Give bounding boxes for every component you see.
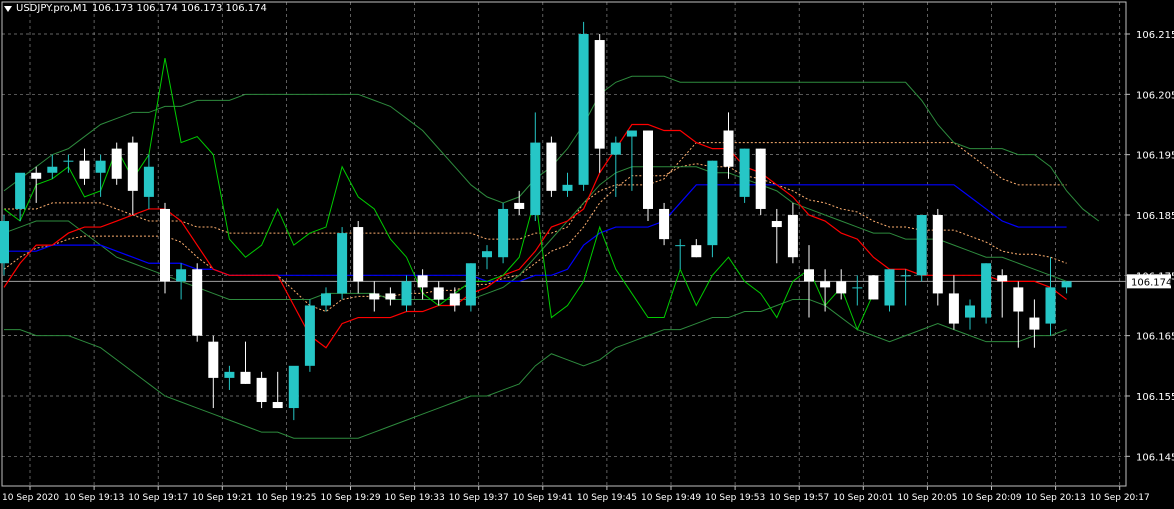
bear-candle: [755, 148, 766, 209]
bull-candle: [1045, 287, 1056, 324]
bear-candle: [659, 208, 670, 240]
y-tick-label: 106.165: [1136, 332, 1174, 343]
x-tick-label: 10 Sep 19:41: [513, 493, 573, 503]
bear-candle: [272, 402, 283, 409]
bear-candle: [997, 275, 1008, 282]
bull-candle: [224, 371, 235, 378]
bull-candle: [47, 166, 58, 173]
x-tick-label: 10 Sep 19:17: [128, 493, 188, 503]
bear-candle: [111, 148, 122, 179]
x-tick-label: 10 Sep 2020: [2, 493, 59, 503]
bear-candle: [787, 214, 798, 258]
x-tick-label: 10 Sep 19:53: [705, 493, 765, 503]
y-tick-label: 106.145: [1136, 452, 1174, 463]
x-tick-label: 10 Sep 19:45: [577, 493, 637, 503]
bear-candle: [804, 269, 814, 282]
bear-candle: [546, 142, 557, 191]
bear-candle: [31, 172, 42, 179]
bear-candle: [820, 281, 831, 288]
current-price-label: 106.174: [1131, 277, 1172, 288]
bull-candle: [707, 160, 718, 246]
x-tick-label: 10 Sep 19:33: [385, 493, 445, 503]
bear-candle: [514, 202, 525, 209]
bull-candle: [884, 269, 895, 306]
bull-candle: [916, 214, 927, 276]
bull-candle: [482, 251, 492, 258]
x-tick-label: 10 Sep 19:25: [256, 493, 316, 503]
y-tick-label: 106.155: [1136, 392, 1174, 403]
bull-candle: [578, 34, 589, 185]
bull-candle: [675, 245, 686, 247]
bear-candle: [771, 221, 782, 228]
x-tick-label: 10 Sep 19:37: [449, 493, 509, 503]
bear-candle: [353, 227, 364, 282]
bear-candle: [723, 130, 734, 167]
bull-candle: [0, 221, 9, 264]
bear-candle: [417, 275, 428, 288]
bear-candle: [948, 293, 959, 324]
y-tick-label: 106.215: [1136, 30, 1174, 41]
x-tick-label: 10 Sep 19:29: [321, 493, 381, 503]
bull-candle: [562, 184, 573, 191]
y-tick-label: 106.185: [1136, 211, 1174, 222]
bear-candle: [192, 269, 203, 336]
plot-frame: [1, 1, 1127, 487]
bull-candle: [176, 269, 187, 282]
bull-candle: [739, 148, 750, 197]
bull-candle: [143, 166, 154, 197]
x-tick-label: 10 Sep 19:57: [769, 493, 829, 503]
x-tick-label: 10 Sep 19:21: [192, 493, 252, 503]
bull-candle: [63, 160, 74, 162]
bull-candle: [1061, 281, 1072, 288]
y-tick-label: 106.205: [1136, 90, 1174, 101]
x-tick-label: 10 Sep 19:13: [64, 493, 124, 503]
bear-candle: [1029, 317, 1040, 330]
x-tick-label: 10 Sep 20:17: [1090, 493, 1150, 503]
price-chart[interactable]: 106.215106.205106.195106.185106.175106.1…: [0, 0, 1174, 509]
bull-candle: [321, 293, 331, 306]
y-tick-label: 106.195: [1136, 151, 1174, 162]
bear-candle: [1013, 287, 1024, 312]
bull-candle: [530, 142, 541, 215]
bull-candle: [981, 263, 992, 318]
bull-candle: [610, 142, 621, 155]
x-tick-label: 10 Sep 19:49: [641, 493, 701, 503]
bull-candle: [15, 172, 26, 209]
bollinger-lower-line: [4, 298, 1067, 439]
x-tick-label: 10 Sep 20:13: [1026, 493, 1086, 503]
x-tick-label: 10 Sep 20:09: [962, 493, 1022, 503]
bear-candle: [691, 245, 702, 258]
bear-candle: [594, 40, 605, 149]
bear-candle: [932, 214, 943, 294]
bull-candle: [288, 365, 299, 409]
bull-candle: [626, 130, 637, 137]
bull-candle: [95, 160, 106, 173]
bear-candle: [836, 281, 847, 294]
bull-candle: [852, 287, 863, 289]
bear-candle: [433, 287, 444, 300]
bull-candle: [900, 275, 911, 277]
bull-candle: [498, 208, 509, 258]
bear-candle: [449, 293, 460, 306]
bull-candle: [401, 281, 412, 306]
bear-candle: [643, 130, 653, 209]
bear-candle: [79, 160, 90, 179]
x-tick-label: 10 Sep 20:01: [833, 493, 893, 503]
bear-candle: [127, 142, 138, 191]
bull-candle: [304, 305, 315, 366]
bear-candle: [385, 293, 396, 300]
bear-candle: [160, 208, 170, 282]
bear-candle: [240, 371, 251, 384]
bull-candle: [465, 263, 476, 306]
bull-candle: [965, 305, 975, 318]
x-tick-label: 10 Sep 20:05: [897, 493, 957, 503]
bear-candle: [369, 293, 380, 300]
bear-candle: [256, 377, 267, 403]
bear-candle: [208, 341, 219, 378]
bull-candle: [337, 233, 348, 294]
bear-candle: [868, 275, 879, 300]
